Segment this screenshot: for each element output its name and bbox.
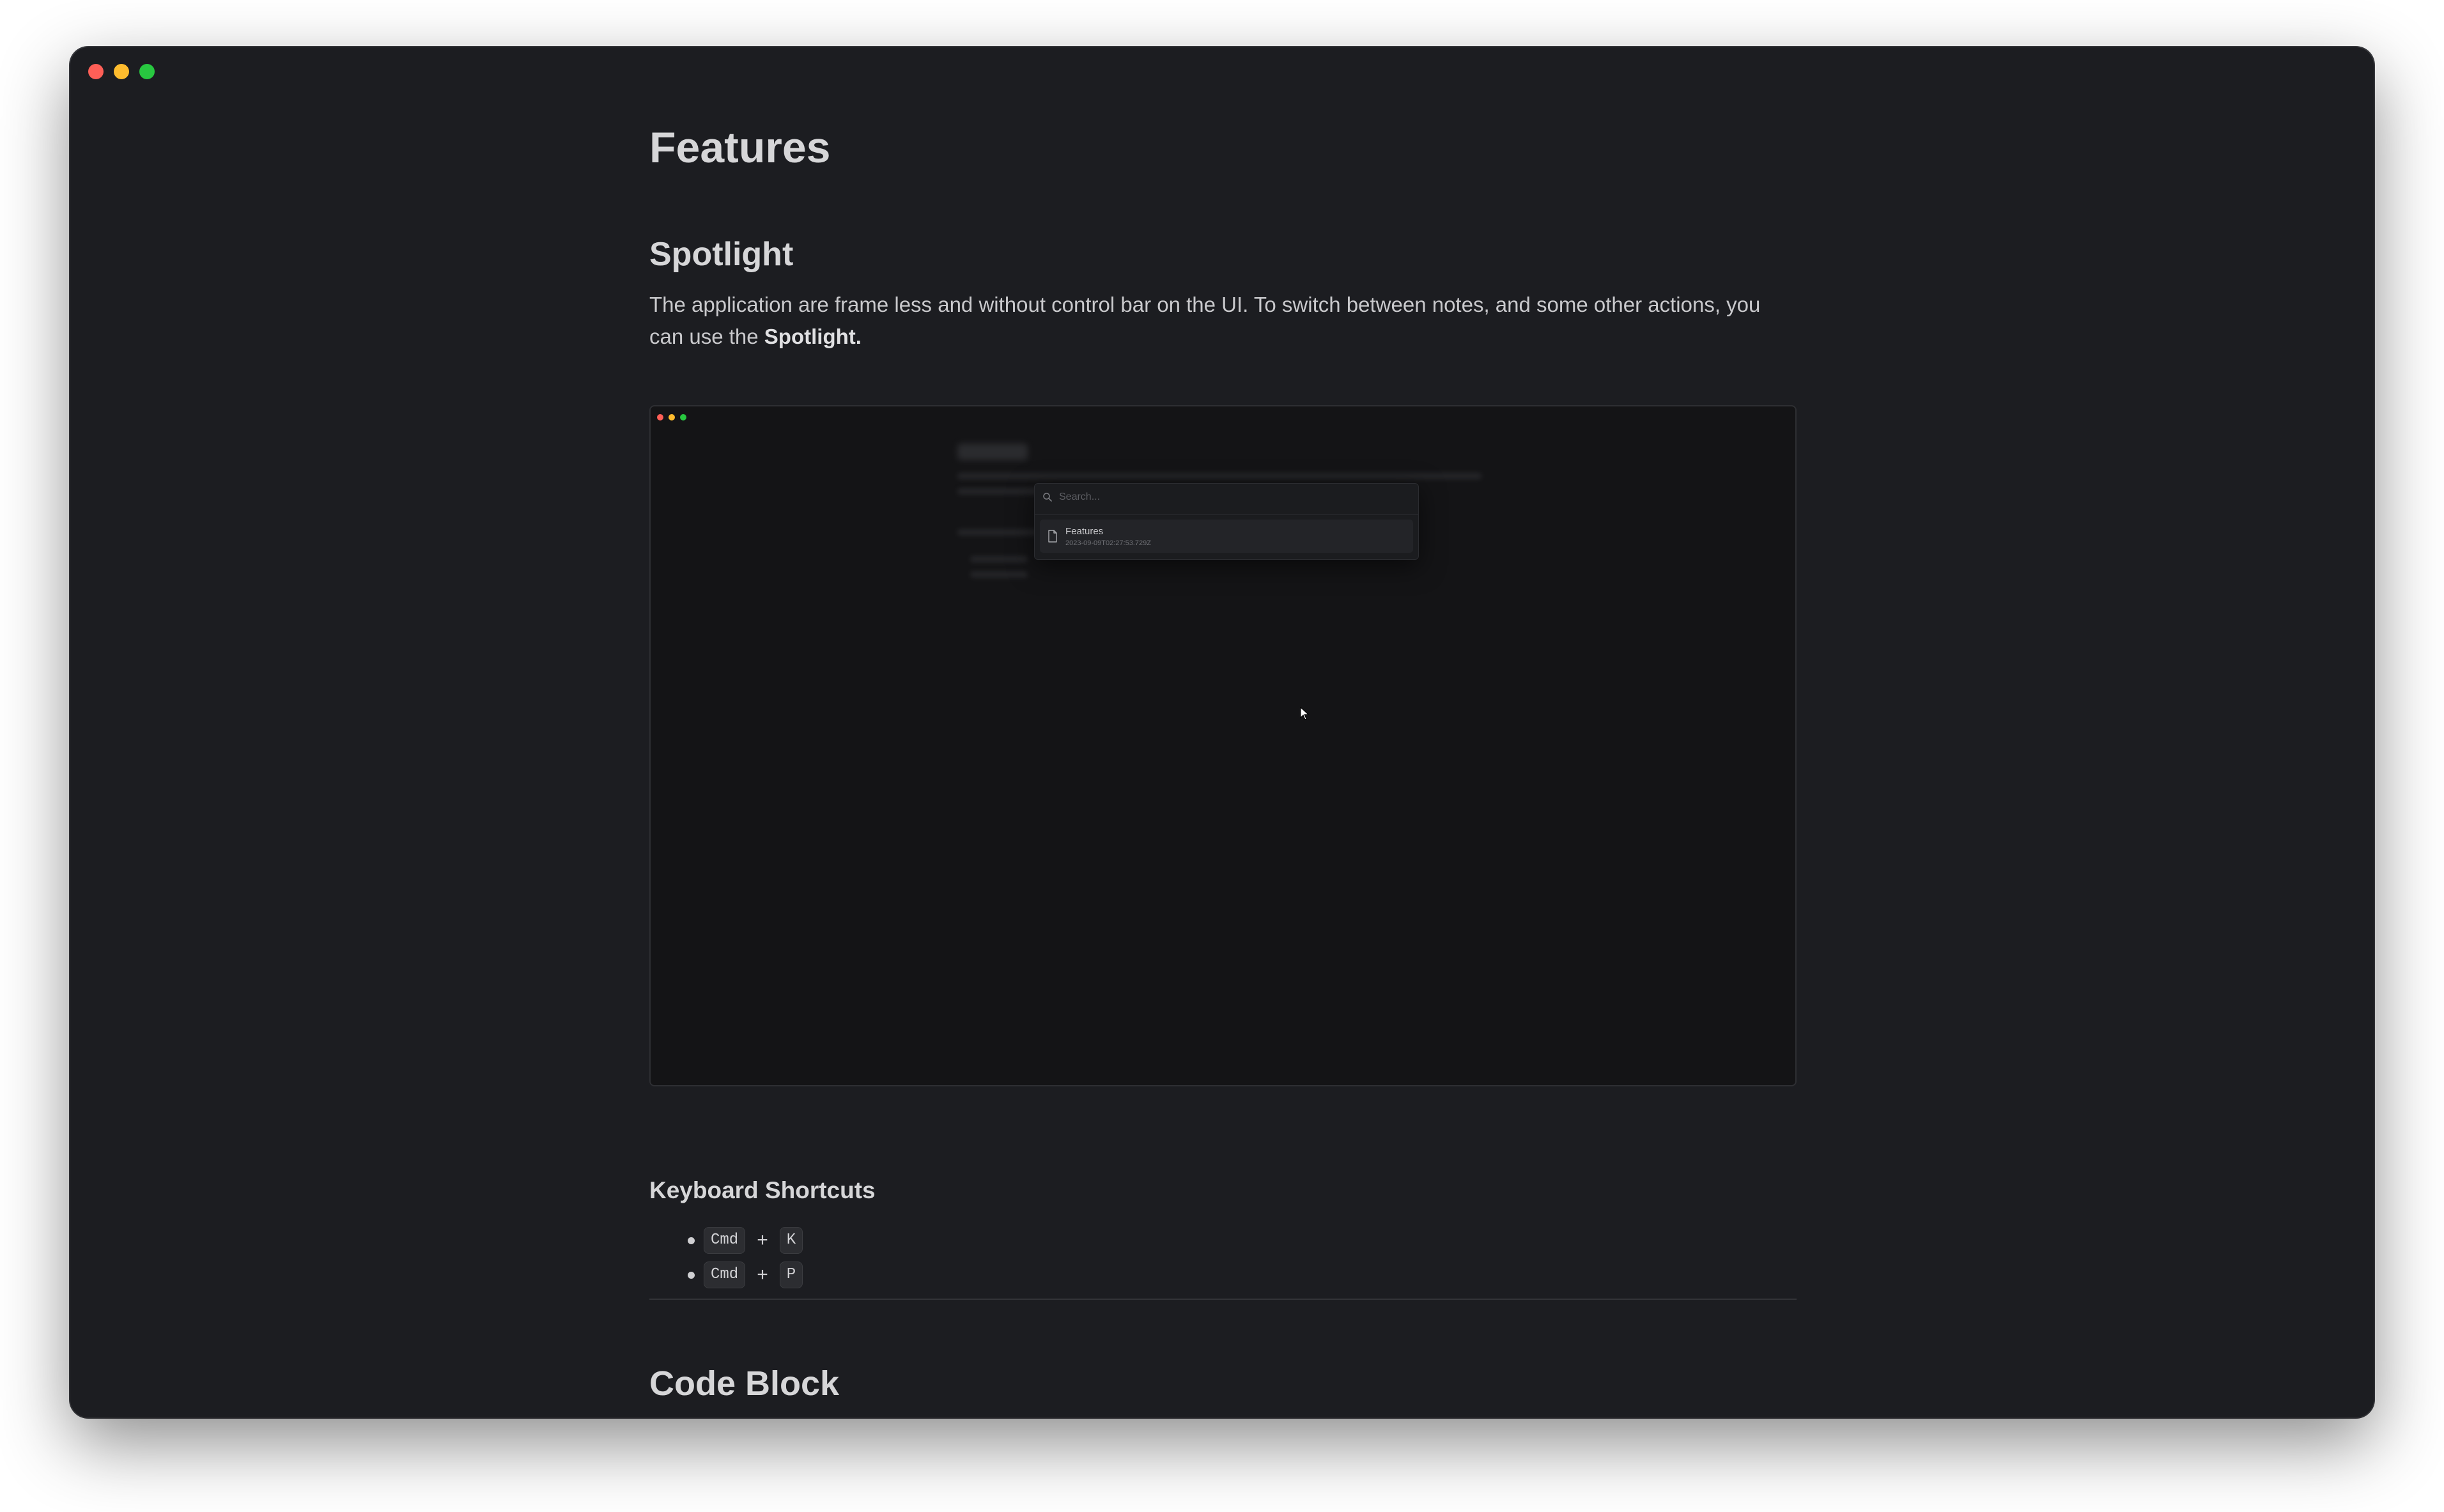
list-item: Cmd + P [649,1258,803,1292]
maximize-button[interactable] [139,64,155,79]
plus-sign: + [757,1230,768,1251]
subsection-heading-shortcuts: Keyboard Shortcuts [649,1177,876,1203]
spotlight-result-item: Features 2023-09-09T02:27:53.729Z [1040,520,1413,553]
window-controls [88,64,155,79]
document-icon [1048,530,1057,543]
section-heading-spotlight: Spotlight [649,236,794,273]
screenshot-blurred-heading [957,444,1028,460]
shortcut-list: Cmd + K Cmd + P [649,1223,803,1292]
horizontal-rule [649,1299,1797,1300]
spotlight-result-text: Features 2023-09-09T02:27:53.729Z [1065,526,1151,547]
screenshot-window-controls [657,414,686,420]
screenshot-blurred-text [970,556,1028,562]
search-icon [1043,493,1052,502]
screenshot-minimize-dot [669,414,675,420]
spotlight-result-title: Features [1065,525,1104,537]
app-window: Features Spotlight The application are f… [70,47,2374,1417]
spotlight-search-input [1059,491,1379,503]
screenshot-blurred-text [957,473,1481,479]
paragraph: The application are frame less and witho… [649,289,1797,353]
screenshot-maximize-dot [680,414,686,420]
kbd-modifier: Cmd [704,1261,746,1288]
paragraph-bold: Spotlight. [764,325,862,348]
spotlight-result-date: 2023-09-09T02:27:53.729Z [1065,539,1151,547]
plus-sign: + [757,1264,768,1285]
close-button[interactable] [88,64,104,79]
spotlight-dialog: Features 2023-09-09T02:27:53.729Z [1034,483,1419,560]
spotlight-divider [1035,514,1418,515]
list-item: Cmd + K [649,1223,803,1258]
kbd-key: K [779,1227,803,1254]
kbd-key: P [779,1261,803,1288]
mouse-cursor-icon [1300,707,1310,720]
kbd-modifier: Cmd [704,1227,746,1254]
spotlight-search [1042,491,1379,503]
section-heading-code-block: Code Block [649,1364,840,1403]
minimize-button[interactable] [114,64,129,79]
spotlight-screenshot-image: Features 2023-09-09T02:27:53.729Z [649,405,1797,1086]
screenshot-close-dot [657,414,663,420]
page-title: Features [649,123,831,172]
screenshot-blurred-text [970,571,1028,578]
